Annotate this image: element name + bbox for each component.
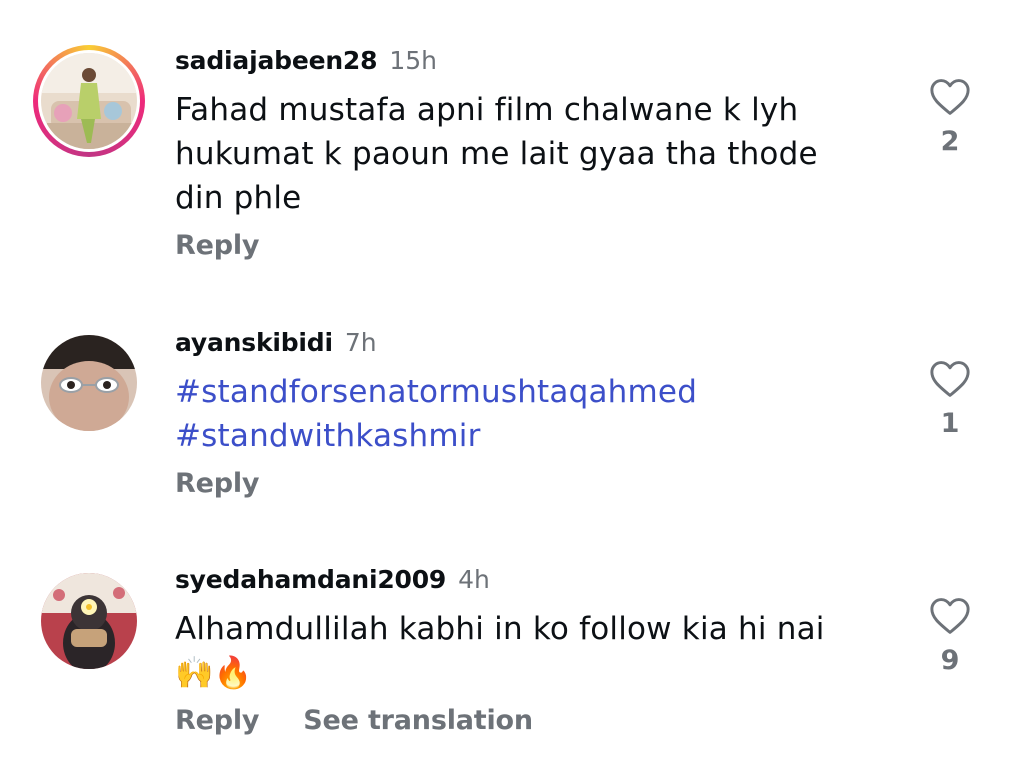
avatar[interactable] [41,573,137,669]
comment-text: #standforsenatormushtaqahmed #standwithk… [175,370,904,458]
comment-text: Alhamdullilah kabhi in ko follow kia hi … [175,607,904,695]
username[interactable]: syedahamdani2009 [175,565,446,594]
heart-icon[interactable] [929,78,971,116]
profile-photo-icon [41,573,137,669]
profile-photo-icon [41,335,137,431]
avatar[interactable] [41,335,137,431]
hashtag-link[interactable]: #standwithkashmir [175,414,904,458]
comment-time: 7h [344,328,377,357]
hashtag-link[interactable]: #standforsenatormushtaqahmed [175,370,904,414]
like-control: 9 [926,597,974,676]
profile-photo-icon [41,53,137,149]
story-ring[interactable] [33,45,145,157]
see-translation-button[interactable]: See translation [303,705,533,736]
reply-button[interactable]: Reply [175,230,259,261]
comment-time: 15h [389,46,437,75]
avatar[interactable] [41,53,137,149]
emoji-line: 🙌🔥 [175,655,253,691]
heart-icon[interactable] [929,597,971,635]
like-control: 2 [926,78,974,157]
reply-button[interactable]: Reply [175,705,259,736]
like-control: 1 [926,360,974,439]
comment-text: Fahad mustafa apni film chalwane k lyh h… [175,92,818,216]
like-count: 1 [940,408,960,439]
username[interactable]: ayanskibidi [175,328,333,357]
like-count: 9 [940,645,960,676]
like-count: 2 [940,126,960,157]
comment-time: 4h [458,565,490,594]
heart-icon[interactable] [929,360,971,398]
username[interactable]: sadiajabeen28 [175,46,378,75]
reply-button[interactable]: Reply [175,468,259,499]
